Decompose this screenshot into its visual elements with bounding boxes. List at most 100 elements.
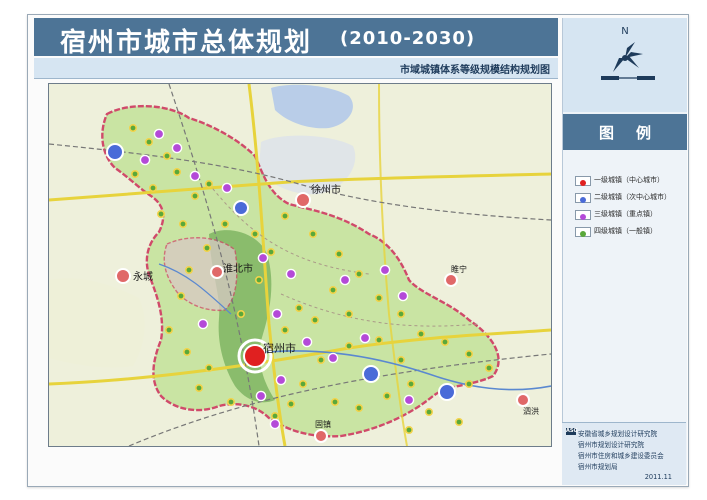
legend-list: 一级城镇（中心城市） 二级城镇（次中心城市） 三级城镇（重点镇） 四级城镇（一般…: [575, 174, 683, 242]
credit-line: 宿州市规划局: [578, 463, 618, 471]
general-town-marker[interactable]: [163, 152, 172, 161]
xuzhou-marker[interactable]: [295, 192, 311, 208]
general-town-marker[interactable]: [221, 220, 230, 229]
general-town-marker[interactable]: [404, 425, 413, 434]
legend-dot-icon: [580, 214, 586, 220]
sub-center-town-marker[interactable]: [438, 383, 456, 401]
general-town-marker[interactable]: [195, 383, 204, 392]
general-town-marker[interactable]: [177, 292, 186, 301]
north-arrow-graphic: N: [601, 26, 655, 80]
general-town-marker[interactable]: [179, 220, 188, 229]
general-town-marker[interactable]: [145, 137, 154, 146]
key-town-marker[interactable]: [171, 142, 183, 154]
sub-center-town-marker[interactable]: [106, 143, 124, 161]
general-town-marker[interactable]: [267, 248, 276, 257]
general-town-marker[interactable]: [308, 230, 317, 239]
general-town-marker[interactable]: [157, 210, 166, 219]
general-town-marker[interactable]: [374, 294, 383, 303]
general-town-marker[interactable]: [484, 363, 493, 372]
general-town-marker[interactable]: [328, 286, 337, 295]
general-town-marker[interactable]: [464, 349, 473, 358]
key-town-marker[interactable]: [397, 290, 409, 302]
general-town-marker[interactable]: [406, 379, 415, 388]
general-town-marker[interactable]: [287, 399, 296, 408]
key-town-marker[interactable]: [271, 308, 283, 320]
general-town-marker[interactable]: [299, 379, 308, 388]
city-label-suining: 睢宁: [451, 264, 467, 274]
legend-swatch: [575, 227, 591, 237]
key-town-marker[interactable]: [379, 264, 391, 276]
sub-center-town-marker[interactable]: [362, 365, 380, 383]
key-town-marker[interactable]: [197, 318, 209, 330]
sub-center-town-marker[interactable]: [233, 200, 249, 216]
general-town-marker[interactable]: [344, 310, 353, 319]
general-town-marker[interactable]: [396, 310, 405, 319]
general-town-marker[interactable]: [281, 326, 290, 335]
general-town-marker[interactable]: [251, 230, 260, 239]
general-town-marker[interactable]: [334, 250, 343, 259]
key-town-marker[interactable]: [255, 390, 267, 402]
general-town-marker[interactable]: [310, 316, 319, 325]
key-town-marker[interactable]: [339, 274, 351, 286]
map-subtitle: 市域城镇体系等级规模结构规划图: [400, 65, 550, 76]
general-town-marker[interactable]: [205, 180, 214, 189]
general-town-marker[interactable]: [374, 336, 383, 345]
key-town-marker[interactable]: [275, 374, 287, 386]
general-town-marker[interactable]: [424, 407, 433, 416]
key-town-marker[interactable]: [221, 182, 233, 194]
general-town-marker[interactable]: [454, 417, 463, 426]
general-town-marker[interactable]: [149, 184, 158, 193]
scale-bar-segment-icon: [637, 76, 655, 80]
suining-marker[interactable]: [444, 273, 458, 287]
key-town-marker[interactable]: [257, 252, 269, 264]
general-town-marker[interactable]: [237, 310, 246, 319]
city-label-suzhou: 宿州市: [263, 341, 296, 355]
sihong-marker[interactable]: [516, 393, 530, 407]
general-town-marker[interactable]: [464, 379, 473, 388]
city-label-guzhen: 固镇: [315, 419, 331, 429]
general-town-marker[interactable]: [330, 397, 339, 406]
key-town-marker[interactable]: [403, 394, 415, 406]
yongcheng-marker[interactable]: [115, 268, 131, 284]
general-town-marker[interactable]: [354, 403, 363, 412]
general-town-marker[interactable]: [354, 270, 363, 279]
scale-bar-segment-icon: [601, 76, 619, 80]
general-town-marker[interactable]: [227, 397, 236, 406]
key-town-marker[interactable]: [301, 336, 313, 348]
general-town-marker[interactable]: [203, 244, 212, 253]
legend-label: 三级城镇（重点镇）: [594, 210, 657, 218]
general-town-marker[interactable]: [185, 266, 194, 275]
general-town-marker[interactable]: [131, 170, 140, 179]
huaibei-marker[interactable]: [210, 265, 224, 279]
general-town-marker[interactable]: [129, 123, 138, 132]
legend-swatch: [575, 193, 591, 203]
general-town-marker[interactable]: [191, 192, 200, 201]
guzhen-marker[interactable]: [314, 429, 328, 443]
general-town-marker[interactable]: [416, 330, 425, 339]
general-town-marker[interactable]: [255, 276, 264, 285]
key-town-marker[interactable]: [153, 128, 165, 140]
map-frame[interactable]: 徐州市 永城 淮北市 睢宁 宿州市 泗洪 固镇: [48, 83, 552, 447]
general-town-marker[interactable]: [165, 326, 174, 335]
key-town-marker[interactable]: [327, 352, 339, 364]
general-town-marker[interactable]: [205, 363, 214, 372]
key-town-marker[interactable]: [269, 418, 281, 430]
credit-date: 2011.11: [644, 473, 672, 481]
general-town-marker[interactable]: [344, 341, 353, 350]
general-town-marker[interactable]: [183, 347, 192, 356]
planning-map[interactable]: 徐州市 永城 淮北市 睢宁 宿州市 泗洪 固镇: [49, 84, 551, 446]
general-town-marker[interactable]: [295, 304, 304, 313]
general-town-marker[interactable]: [281, 212, 290, 221]
key-town-marker[interactable]: [285, 268, 297, 280]
general-town-marker[interactable]: [173, 168, 182, 177]
key-town-marker[interactable]: [139, 154, 151, 166]
city-label-yongcheng: 永城: [133, 270, 153, 283]
general-town-marker[interactable]: [271, 411, 280, 420]
plan-years: (2010-2030): [340, 28, 476, 49]
general-town-marker[interactable]: [316, 355, 325, 364]
key-town-marker[interactable]: [359, 332, 371, 344]
general-town-marker[interactable]: [396, 355, 405, 364]
general-town-marker[interactable]: [382, 391, 391, 400]
key-town-marker[interactable]: [189, 170, 201, 182]
general-town-marker[interactable]: [440, 338, 449, 347]
